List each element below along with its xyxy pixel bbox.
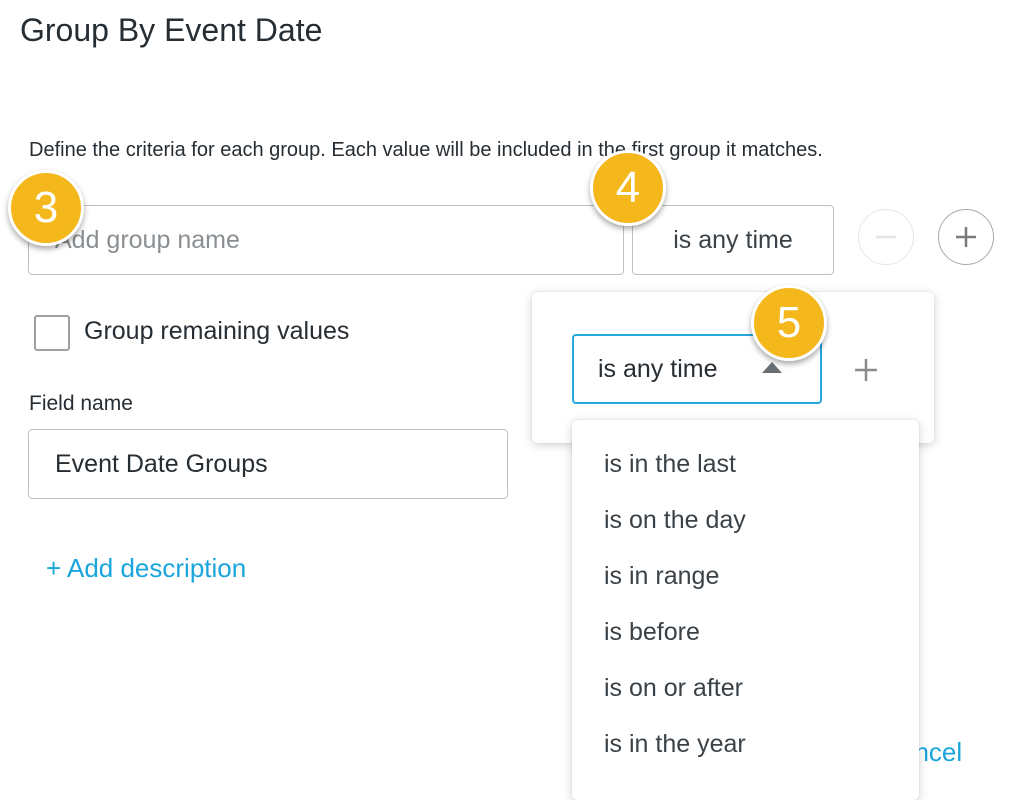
- minus-circle-icon: [876, 235, 896, 239]
- condition-option-in-range[interactable]: is in range: [604, 562, 719, 591]
- condition-button[interactable]: is any time: [632, 205, 834, 275]
- plus-icon: [855, 359, 877, 381]
- caret-up-icon: [762, 362, 782, 373]
- group-remaining-label: Group remaining values: [84, 317, 350, 345]
- condition-option-in-the-last[interactable]: is in the last: [604, 450, 736, 479]
- step-4-callout: 4: [590, 150, 666, 226]
- condition-options-menu: is in the last is on the day is in range…: [572, 420, 919, 800]
- condition-option-on-the-day[interactable]: is on the day: [604, 506, 746, 535]
- condition-option-before[interactable]: is before: [604, 618, 700, 647]
- step-3-callout: 3: [8, 170, 84, 246]
- field-name-input[interactable]: [28, 429, 508, 499]
- add-description-link[interactable]: + Add description: [46, 553, 246, 584]
- condition-button-label: is any time: [673, 225, 793, 254]
- condition-select-value: is any time: [598, 355, 718, 383]
- step-5-callout: 5: [751, 285, 827, 361]
- group-name-input[interactable]: [28, 205, 624, 275]
- condition-option-on-or-after[interactable]: is on or after: [604, 674, 743, 703]
- condition-option-in-the-year[interactable]: is in the year: [604, 730, 746, 759]
- plus-circle-icon: [956, 227, 976, 247]
- group-remaining-checkbox[interactable]: [34, 315, 70, 351]
- add-group-button[interactable]: [938, 209, 994, 265]
- dialog-title: Group By Event Date: [20, 12, 323, 48]
- field-name-label: Field name: [29, 392, 133, 415]
- dialog-description: Define the criteria for each group. Each…: [29, 139, 823, 161]
- add-condition-button[interactable]: [848, 352, 884, 388]
- remove-group-button[interactable]: [858, 209, 914, 265]
